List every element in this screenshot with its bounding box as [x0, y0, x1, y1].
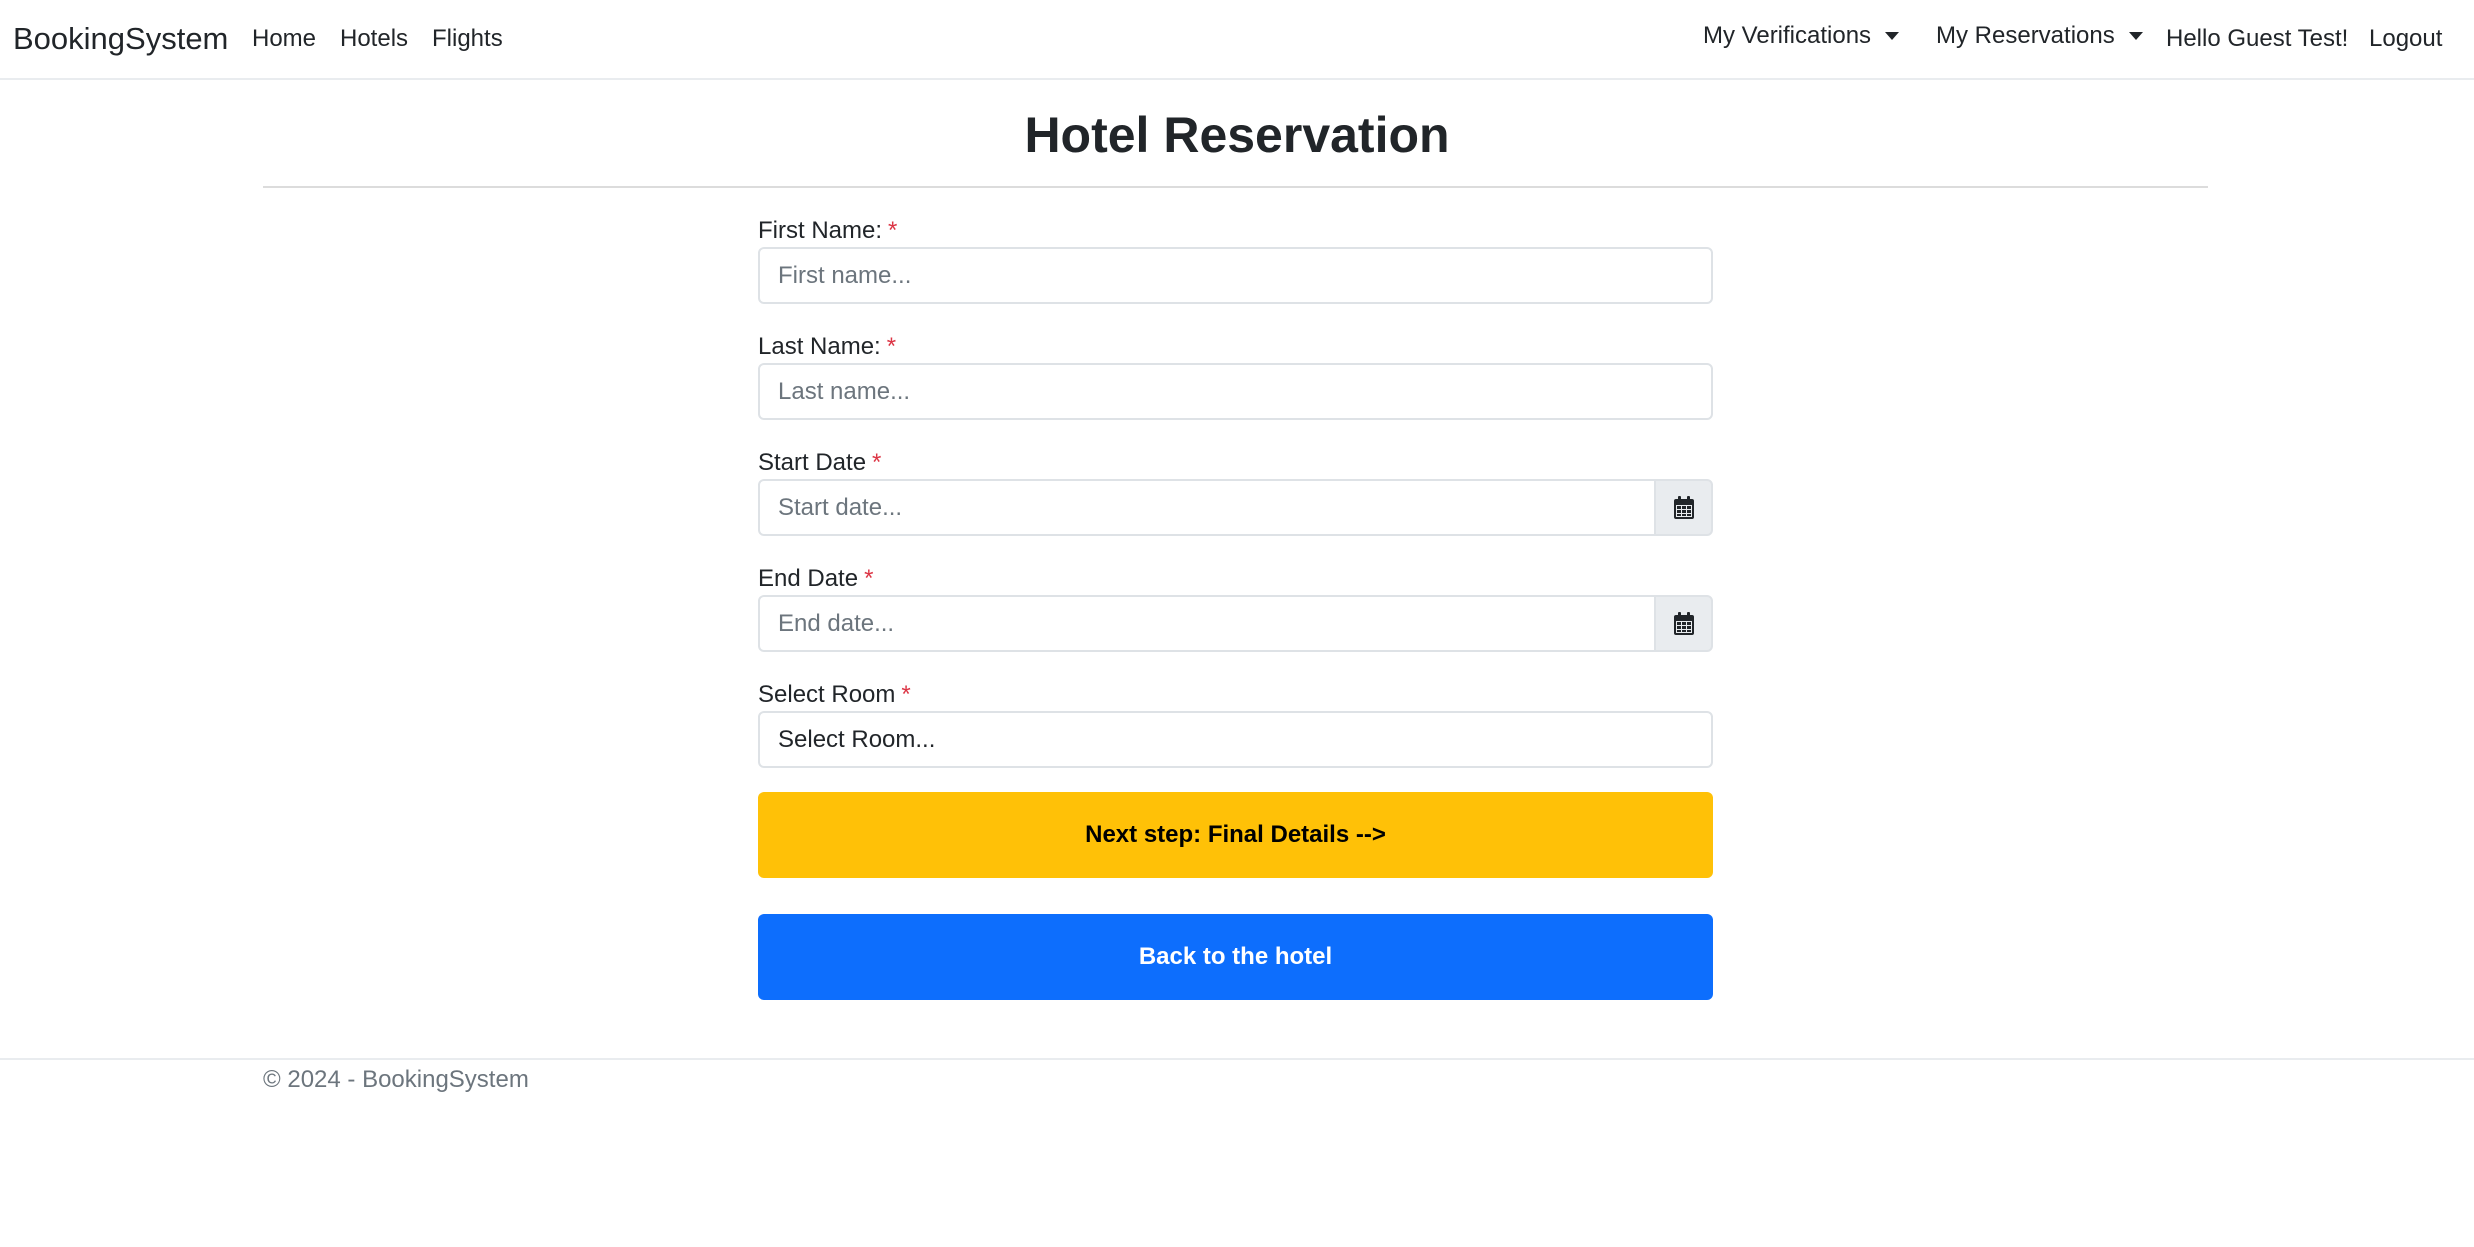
nav-hotels-link[interactable]: Hotels: [340, 22, 408, 56]
required-mark: *: [872, 449, 882, 476]
my-reservations-dropdown[interactable]: My Reservations: [1936, 19, 2143, 53]
start-date-input[interactable]: [758, 479, 1656, 536]
select-room-label-text: Select Room: [758, 681, 896, 708]
logout-link[interactable]: Logout: [2369, 22, 2442, 56]
calendar-icon: [1673, 611, 1694, 635]
my-reservations-label: My Reservations: [1936, 22, 2115, 49]
my-verifications-dropdown[interactable]: My Verifications: [1703, 19, 1900, 53]
last-name-label: Last Name: *: [758, 331, 896, 363]
first-name-label-text: First Name:: [758, 217, 883, 244]
end-date-calendar-button[interactable]: [1654, 595, 1713, 652]
nav-home-link[interactable]: Home: [252, 22, 316, 56]
title-divider: [263, 186, 2208, 188]
next-step-button[interactable]: Next step: Final Details -->: [758, 792, 1713, 878]
last-name-input[interactable]: [758, 363, 1713, 420]
caret-down-icon: [1885, 32, 1900, 40]
required-mark: *: [886, 333, 897, 360]
page-title: Hotel Reservation: [1024, 107, 1450, 163]
last-name-label-text: Last Name:: [758, 333, 881, 360]
my-verifications-label: My Verifications: [1703, 22, 1872, 49]
room-select[interactable]: Select Room...: [758, 711, 1713, 768]
end-date-label-text: End Date: [758, 565, 859, 592]
required-mark: *: [864, 565, 874, 592]
top-navbar: BookingSystem Home Hotels Flights My Ver…: [0, 0, 2474, 80]
back-to-hotel-button[interactable]: Back to the hotel: [758, 914, 1713, 1000]
footer-copyright: © 2024 - BookingSystem: [263, 1066, 529, 1093]
calendar-icon: [1673, 495, 1694, 519]
user-greeting-link[interactable]: Hello Guest Test!: [2166, 22, 2348, 56]
nav-flights-link[interactable]: Flights: [432, 22, 503, 56]
end-date-input[interactable]: [758, 595, 1656, 652]
footer-divider: [0, 1058, 2474, 1060]
first-name-label: First Name: *: [758, 215, 897, 247]
brand-link[interactable]: BookingSystem: [13, 19, 228, 59]
caret-down-icon: [2128, 32, 2143, 40]
first-name-input[interactable]: [758, 247, 1713, 304]
start-date-label: Start Date *: [758, 447, 881, 479]
select-room-label: Select Room *: [758, 679, 911, 711]
start-date-calendar-button[interactable]: [1654, 479, 1713, 536]
required-mark: *: [888, 217, 898, 244]
end-date-label: End Date *: [758, 563, 873, 595]
start-date-label-text: Start Date: [758, 449, 867, 476]
required-mark: *: [901, 681, 911, 708]
